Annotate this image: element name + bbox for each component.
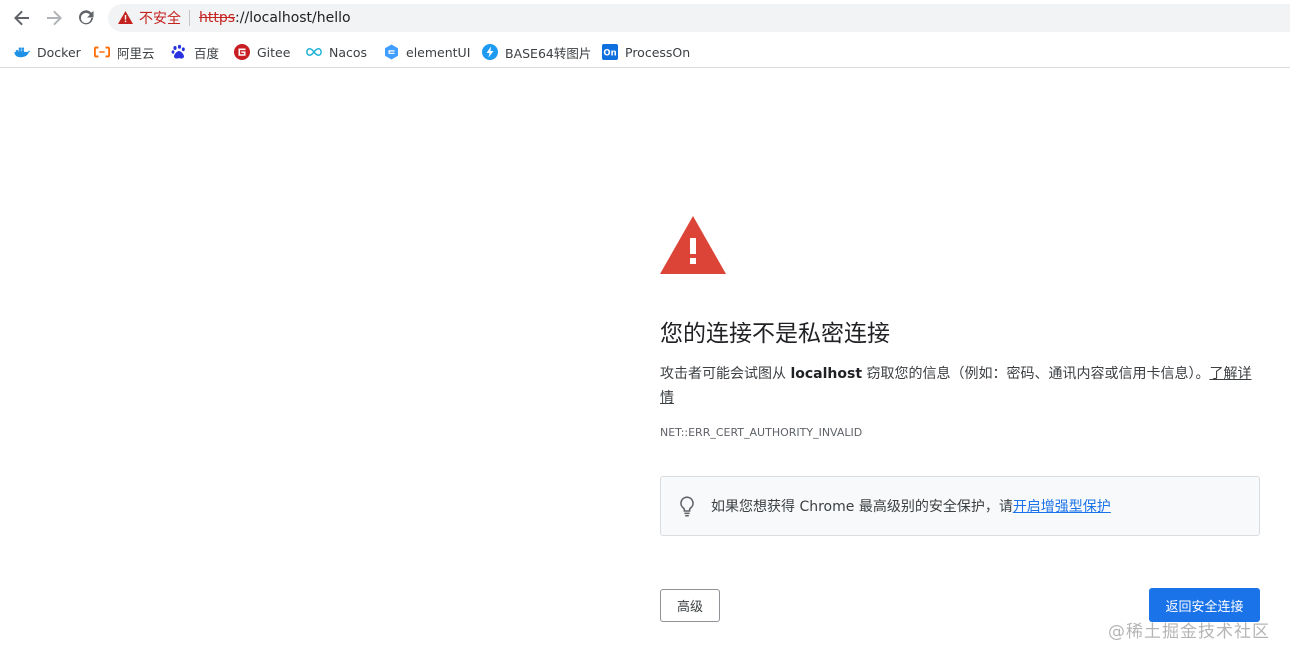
reload-icon	[77, 9, 95, 27]
enhanced-protection-box: 如果您想获得 Chrome 最高级别的安全保护，请开启增强型保护	[660, 476, 1260, 536]
bookmark-processon[interactable]: On ProcessOn	[602, 41, 690, 63]
advanced-button[interactable]: 高级	[660, 589, 720, 622]
enhanced-text-body: 如果您想获得 Chrome 最高级别的安全保护，请	[711, 499, 1013, 515]
lightbulb-icon	[677, 495, 697, 517]
bookmark-label: Docker	[37, 44, 81, 60]
page-title: 您的连接不是私密连接	[660, 321, 890, 347]
nacos-icon	[306, 44, 322, 60]
watermark: @稀土掘金技术社区	[1108, 622, 1270, 642]
bookmark-label: ProcessOn	[625, 44, 691, 60]
url-text[interactable]: https://localhost/hello	[199, 10, 351, 26]
bookmark-elementui[interactable]: elementUI	[383, 41, 470, 63]
bookmark-label: 百度	[194, 45, 220, 61]
url-scheme: https	[199, 10, 236, 26]
security-indicator[interactable]: 不安全	[118, 4, 181, 32]
not-secure-label: 不安全	[139, 11, 181, 27]
back-button[interactable]	[10, 6, 34, 30]
aliyun-icon	[94, 44, 110, 60]
enhanced-protection-text: 如果您想获得 Chrome 最高级别的安全保护，请开启增强型保护	[711, 496, 1111, 516]
bookmark-label: BASE64转图片	[505, 45, 592, 61]
error-code: NET::ERR_CERT_AUTHORITY_INVALID	[660, 426, 863, 439]
base64-icon	[482, 44, 498, 60]
reload-button[interactable]	[74, 6, 98, 30]
bookmark-label: Nacos	[329, 44, 368, 60]
bookmark-label: 阿里云	[117, 45, 155, 61]
message-host: localhost	[790, 366, 863, 382]
enhanced-protection-link[interactable]: 开启增强型保护	[1013, 499, 1111, 515]
arrow-right-icon	[45, 9, 63, 27]
svg-text:On: On	[603, 49, 616, 59]
warning-triangle-icon	[118, 9, 133, 28]
baidu-icon	[171, 44, 187, 60]
browser-toolbar: 不安全 https://localhost/hello	[0, 0, 1290, 36]
bookmark-label: Gitee	[257, 44, 291, 60]
element-icon	[383, 44, 399, 60]
url-host-path: ://localhost/hello	[235, 10, 351, 26]
gitee-icon	[234, 44, 250, 60]
bookmark-base64[interactable]: BASE64转图片	[482, 41, 591, 63]
omnibox[interactable]: 不安全 https://localhost/hello	[108, 4, 1290, 32]
bookmark-nacos[interactable]: Nacos	[306, 41, 367, 63]
arrow-left-icon	[13, 9, 31, 27]
omnibox-divider	[189, 10, 190, 26]
forward-button[interactable]	[42, 6, 66, 30]
main-message: 攻击者可能会试图从 localhost 窃取您的信息（例如：密码、通讯内容或信用…	[660, 362, 1262, 410]
message-text-after: 窃取您的信息（例如：密码、通讯内容或信用卡信息）。	[862, 366, 1210, 382]
docker-icon	[14, 44, 30, 60]
bookmark-baidu[interactable]: 百度	[171, 41, 219, 63]
bookmark-gitee[interactable]: Gitee	[234, 41, 290, 63]
processon-icon: On	[602, 44, 618, 60]
bookmark-aliyun[interactable]: 阿里云	[94, 41, 155, 63]
message-text-before: 攻击者可能会试图从	[660, 366, 791, 382]
bookmark-label: elementUI	[406, 44, 471, 60]
bookmarks-bar: Docker 阿里云 百度 Gitee Nacos elementUI BASE…	[0, 36, 1290, 68]
bookmark-docker[interactable]: Docker	[14, 41, 81, 63]
warning-icon	[660, 216, 726, 274]
